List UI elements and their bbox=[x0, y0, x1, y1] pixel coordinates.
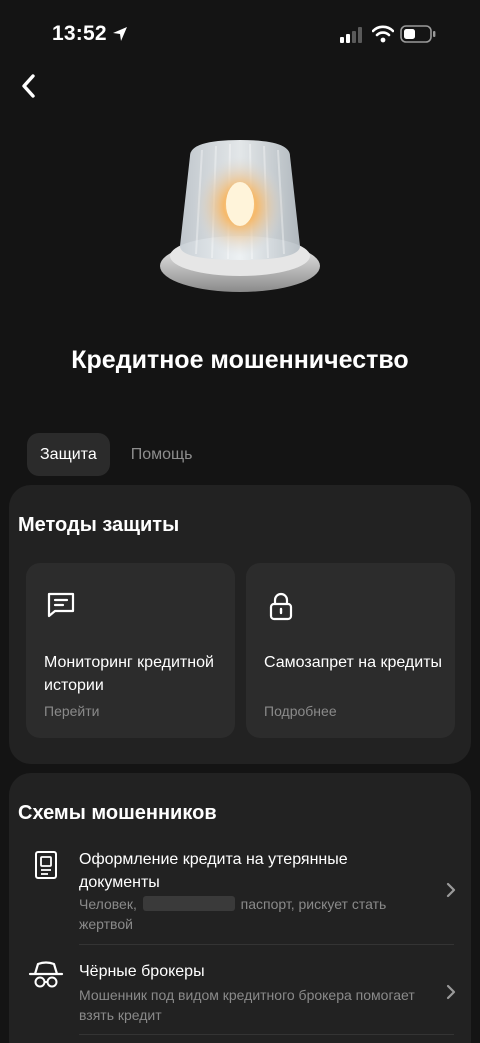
tab-help[interactable]: Помощь bbox=[118, 433, 206, 476]
chevron-right-icon bbox=[446, 984, 456, 1005]
status-time: 13:52 bbox=[52, 22, 107, 45]
location-arrow-icon bbox=[111, 25, 129, 48]
protection-methods-title: Методы защиты bbox=[18, 514, 180, 536]
credit-monitoring-link: Перейти bbox=[44, 703, 100, 719]
credit-self-ban-label: Самозапрет на кредиты bbox=[264, 654, 443, 671]
page-title: Кредитное мошенничество bbox=[71, 346, 409, 374]
chevron-left-icon bbox=[22, 74, 35, 98]
cellular-signal-icon bbox=[340, 27, 364, 48]
redacted-text bbox=[142, 896, 235, 911]
scheme-divider bbox=[79, 944, 454, 945]
scheme-desc-part-1: Человек, bbox=[79, 896, 137, 912]
credit-self-ban-tile[interactable]: Самозапрет на кредиты Подробнее bbox=[246, 563, 455, 738]
scheme-row-black-brokers[interactable]: Чёрные брокеры Мошенник под видом кредит… bbox=[26, 960, 456, 1030]
alarm-beacon-icon bbox=[150, 128, 330, 308]
wifi-icon bbox=[371, 25, 395, 48]
fraud-schemes-title: Схемы мошенников bbox=[18, 802, 217, 824]
id-card-icon bbox=[26, 848, 66, 888]
spy-icon bbox=[26, 958, 66, 998]
scheme-desc-lost-documents: Человек, паспорт, рискует стать жертвой bbox=[79, 894, 419, 934]
back-button[interactable] bbox=[8, 66, 48, 106]
lock-icon bbox=[266, 591, 296, 626]
credit-monitoring-tile[interactable]: Мониторинг кредитной истории Перейти bbox=[26, 563, 235, 738]
scheme-row-lost-documents[interactable]: Оформление кредита на утерянные документ… bbox=[26, 848, 456, 938]
chevron-right-icon bbox=[446, 882, 456, 903]
scheme-title-lost-documents: Оформление кредита на утерянные документ… bbox=[79, 851, 348, 891]
scheme-title-black-brokers: Чёрные брокеры bbox=[79, 963, 205, 980]
credit-monitoring-label: Мониторинг кредитной истории bbox=[44, 654, 214, 694]
tab-bar: Защита Помощь bbox=[27, 433, 206, 476]
scheme-divider bbox=[79, 1034, 454, 1035]
credit-self-ban-link: Подробнее bbox=[264, 703, 337, 719]
scheme-desc-black-brokers: Мошенник под видом кредитного брокера по… bbox=[79, 987, 415, 1023]
tab-protection[interactable]: Защита bbox=[27, 433, 110, 476]
battery-icon bbox=[400, 25, 436, 48]
message-icon bbox=[46, 591, 76, 624]
status-bar: 13:52 bbox=[0, 0, 480, 72]
